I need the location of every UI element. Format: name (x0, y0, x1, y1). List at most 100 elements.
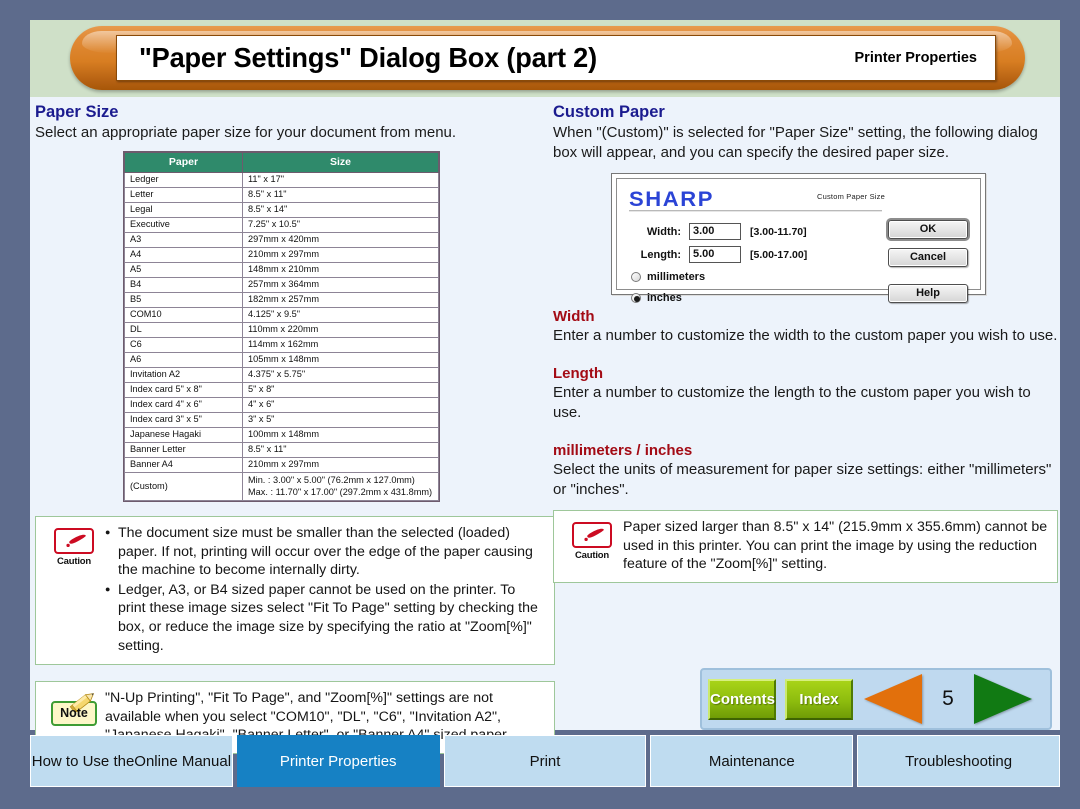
caution-callout-left: Caution The document size must be smalle… (35, 516, 555, 666)
table-row: A5 148mm x 210mm (124, 262, 439, 278)
length-section-text: Enter a number to customize the length t… (553, 384, 1031, 421)
ok-button[interactable]: OK (888, 220, 968, 239)
inches-radio[interactable] (631, 293, 641, 303)
cell-paper: Index card 5" x 8" (124, 382, 243, 398)
custom-max-size: Max. : 11.70" x 17.00" (297.2mm x 431.8m… (248, 486, 433, 497)
table-row: A3 297mm x 420mm (124, 232, 439, 248)
cell-size: 7.25" x 10.5" (242, 217, 439, 233)
table-row: A4 210mm x 297mm (124, 247, 439, 263)
millimeters-label: millimeters (647, 271, 706, 283)
cell-size: 8.5" x 14" (242, 202, 439, 218)
cell-paper: B4 (124, 277, 243, 293)
cell-paper: A6 (124, 352, 243, 368)
cell-paper: C6 (124, 337, 243, 353)
cell-size: 210mm x 297mm (242, 247, 439, 263)
table-col-paper: Paper (124, 152, 243, 173)
table-col-size: Size (242, 152, 439, 173)
table-row: Banner A4 210mm x 297mm (124, 457, 439, 473)
table-row-custom: (Custom) Min. : 3.00" x 5.00" (76.2mm x 1… (124, 472, 439, 501)
cell-size: 110mm x 220mm (242, 322, 439, 338)
bottom-tab-label: How to Use the (31, 752, 135, 770)
caution-bullet: Ledger, A3, or B4 sized paper cannot be … (105, 580, 545, 655)
paper-size-table-body: Ledger 11" x 17" Letter 8.5" x 11" Legal 8.5"… (124, 172, 439, 501)
table-row: Letter 8.5" x 11" (124, 187, 439, 203)
table-row: Legal 8.5" x 14" (124, 202, 439, 218)
table-row: Index card 3" x 5" 3" x 5" (124, 412, 439, 428)
table-row: COM10 4.125" x 9.5" (124, 307, 439, 323)
bottom-tab-3[interactable]: Maintenance (650, 735, 854, 787)
millimeters-radio[interactable] (631, 272, 641, 282)
custom-paper-intro: When "(Custom)" is selected for "Paper S… (553, 124, 1038, 161)
cell-size: 297mm x 420mm (242, 232, 439, 248)
length-section-heading: Length (553, 365, 603, 382)
table-row: Ledger 11" x 17" (124, 172, 439, 188)
width-section-text: Enter a number to customize the width to… (553, 327, 1058, 344)
table-row: Index card 5" x 8" 5" x 8" (124, 382, 439, 398)
left-column: Paper Size Select an appropriate paper s… (35, 103, 555, 754)
caution-icon-label-right: Caution (575, 550, 609, 561)
content-area: Paper Size Select an appropriate paper s… (30, 97, 1060, 754)
table-row: B5 182mm x 257mm (124, 292, 439, 308)
caution-icon-label-left: Caution (57, 556, 91, 567)
width-input[interactable]: 3.00 (689, 223, 741, 240)
cell-paper: B5 (124, 292, 243, 308)
page-header-band: "Paper Settings" Dialog Box (part 2) Pri… (30, 20, 1060, 97)
cell-paper: Banner Letter (124, 442, 243, 458)
width-range-label: [3.00-11.70] (750, 225, 807, 238)
cell-paper: A5 (124, 262, 243, 278)
custom-paper-heading: Custom Paper (553, 103, 665, 121)
bottom-tab-1[interactable]: Printer Properties (236, 735, 440, 787)
cell-size: 114mm x 162mm (242, 337, 439, 353)
cell-size: 11" x 17" (242, 172, 439, 188)
cell-size: 4.125" x 9.5" (242, 307, 439, 323)
exclamation-glyph-icon (66, 534, 86, 547)
cell-size: 5" x 8" (242, 382, 439, 398)
page-root: "Paper Settings" Dialog Box (part 2) Pri… (0, 0, 1080, 809)
cell-size: 8.5" x 11" (242, 442, 439, 458)
footer-strip (0, 787, 1080, 809)
width-row: Width: 3.00 [3.00-11.70] (629, 223, 807, 240)
bottom-tab-label: Online Manual (134, 752, 232, 770)
cell-paper: Banner A4 (124, 457, 243, 473)
caution-icon-right: Caution (561, 518, 623, 561)
cell-size: 100mm x 148mm (242, 427, 439, 443)
inches-radio-row[interactable]: inches (631, 292, 682, 304)
bottom-tab-label: Print (529, 752, 561, 770)
cell-paper: (Custom) (124, 472, 243, 501)
previous-page-arrow-icon[interactable] (864, 674, 922, 724)
bottom-tab-4[interactable]: Troubleshooting (857, 735, 1060, 787)
paper-size-intro: Select an appropriate paper size for you… (35, 124, 457, 141)
cell-size: 8.5" x 11" (242, 187, 439, 203)
length-range-label: [5.00-17.00] (750, 248, 808, 261)
cell-paper: A3 (124, 232, 243, 248)
cell-paper: Executive (124, 217, 243, 233)
header-title-plate: "Paper Settings" Dialog Box (part 2) Pri… (116, 35, 996, 81)
cell-paper: Ledger (124, 172, 243, 188)
custom-min-size: Min. : 3.00" x 5.00" (76.2mm x 127.0mm) (248, 475, 415, 485)
table-row: Invitation A2 4.375" x 5.75" (124, 367, 439, 383)
cell-size: 4" x 6" (242, 397, 439, 413)
cell-size: 210mm x 297mm (242, 457, 439, 473)
next-page-arrow-icon[interactable] (974, 674, 1032, 724)
contents-button[interactable]: Contents (708, 678, 776, 720)
page-number: 5 (942, 687, 954, 710)
cell-paper: Index card 3" x 5" (124, 412, 243, 428)
cell-paper: DL (124, 322, 243, 338)
help-button[interactable]: Help (888, 284, 968, 303)
bottom-tab-0[interactable]: How to Use the Online Manual (30, 735, 233, 787)
length-input[interactable]: 5.00 (689, 246, 741, 263)
table-row: Banner Letter 8.5" x 11" (124, 442, 439, 458)
right-column: Custom Paper When "(Custom)" is selected… (553, 103, 1058, 583)
dialog-divider (629, 210, 882, 212)
bottom-tab-2[interactable]: Print (443, 735, 647, 787)
cancel-button[interactable]: Cancel (888, 248, 968, 267)
exclamation-glyph-icon (584, 528, 604, 541)
paper-size-heading: Paper Size (35, 103, 119, 121)
table-row: Executive 7.25" x 10.5" (124, 217, 439, 233)
table-header-row: Paper Size (124, 152, 439, 173)
millimeters-radio-row[interactable]: millimeters (631, 271, 705, 283)
cell-size: 148mm x 210mm (242, 262, 439, 278)
page-title: "Paper Settings" Dialog Box (part 2) (139, 42, 597, 73)
index-button[interactable]: Index (785, 678, 853, 720)
cell-paper: COM10 (124, 307, 243, 323)
